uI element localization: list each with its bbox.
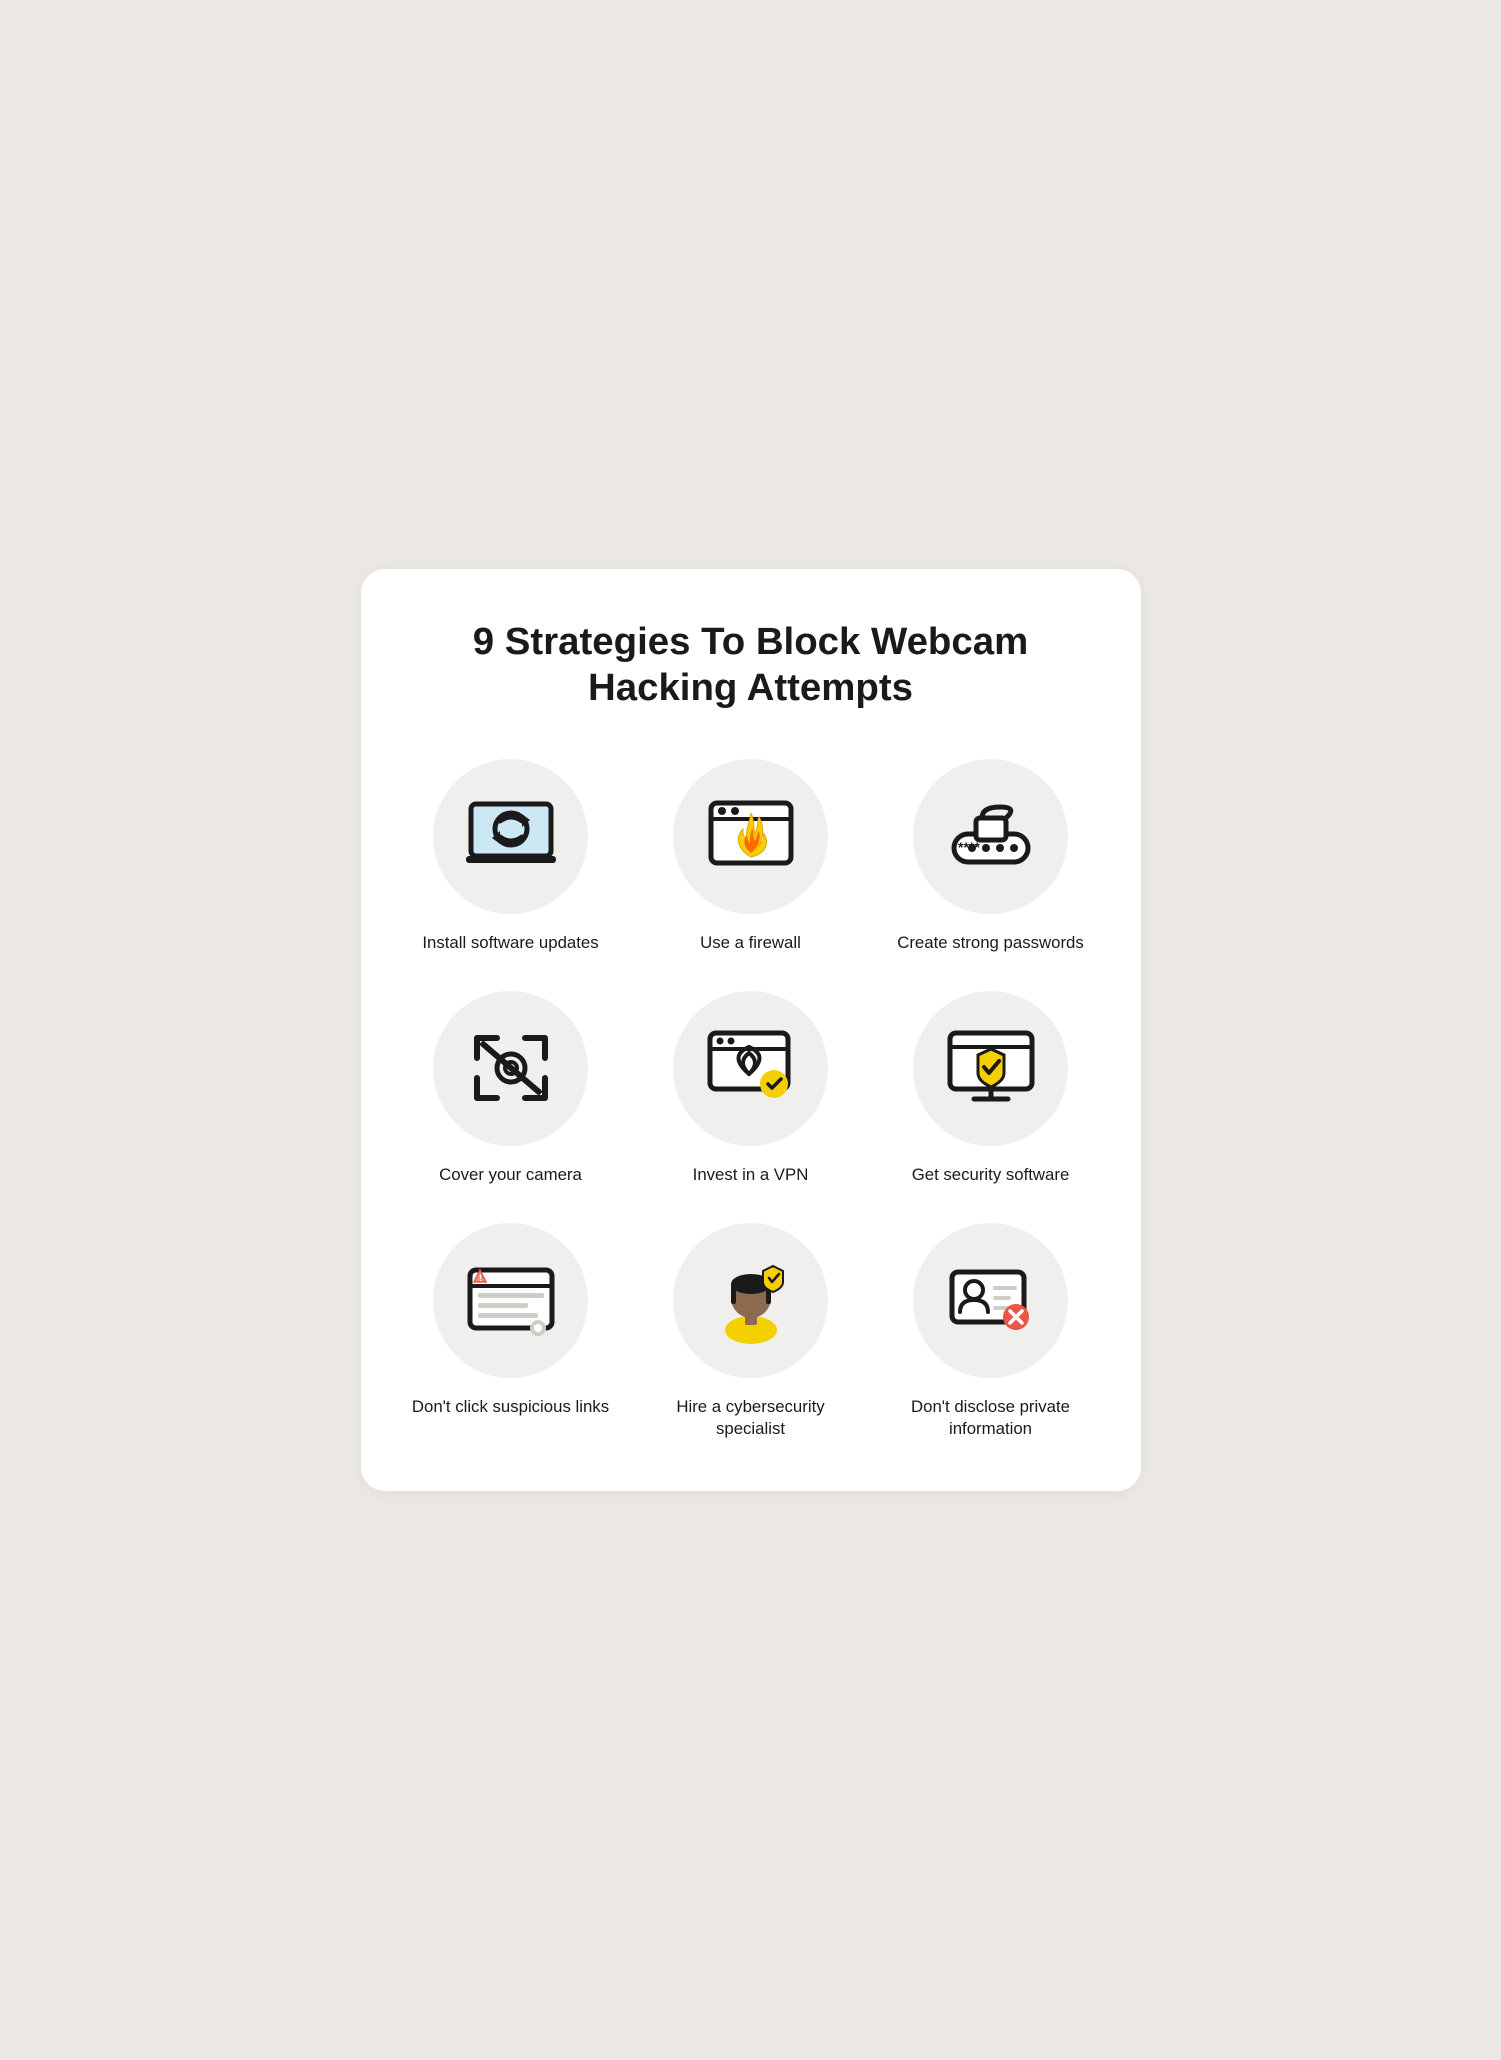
item-specialist: Hire a cybersecurity specialist [641, 1223, 861, 1441]
icon-circle-install-updates [433, 759, 588, 914]
icon-circle-camera [433, 991, 588, 1146]
label-security: Get security software [912, 1164, 1070, 1187]
item-install-software-updates: Install software updates [401, 759, 621, 955]
item-security-software: Get security software [881, 991, 1101, 1187]
label-specialist: Hire a cybersecurity specialist [641, 1396, 861, 1441]
icon-circle-firewall [673, 759, 828, 914]
label-suspicious: Don't click suspicious links [412, 1396, 609, 1419]
svg-text:****: **** [958, 839, 980, 855]
label-passwords: Create strong passwords [897, 932, 1084, 955]
label-vpn: Invest in a VPN [693, 1164, 809, 1187]
label-camera: Cover your camera [439, 1164, 582, 1187]
icon-circle-suspicious: ! [433, 1223, 588, 1378]
item-use-firewall: Use a firewall [641, 759, 861, 955]
item-vpn: Invest in a VPN [641, 991, 861, 1187]
strategies-grid: Install software updates Use a firewall [401, 759, 1101, 1441]
icon-circle-specialist [673, 1223, 828, 1378]
item-suspicious-links: ! Don't click suspicious links [401, 1223, 621, 1441]
icon-circle-private [913, 1223, 1068, 1378]
icon-circle-vpn [673, 991, 828, 1146]
label-install-updates: Install software updates [422, 932, 598, 955]
item-cover-camera: Cover your camera [401, 991, 621, 1187]
main-card: 9 Strategies To Block Webcam Hacking Att… [361, 569, 1141, 1491]
icon-circle-security [913, 991, 1068, 1146]
label-private: Don't disclose private information [881, 1396, 1101, 1441]
label-firewall: Use a firewall [700, 932, 801, 955]
svg-text:!: ! [479, 1273, 482, 1283]
page-title: 9 Strategies To Block Webcam Hacking Att… [401, 619, 1101, 711]
icon-circle-passwords: **** [913, 759, 1068, 914]
item-create-passwords: **** Create strong passwords [881, 759, 1101, 955]
item-no-private-info: Don't disclose private information [881, 1223, 1101, 1441]
